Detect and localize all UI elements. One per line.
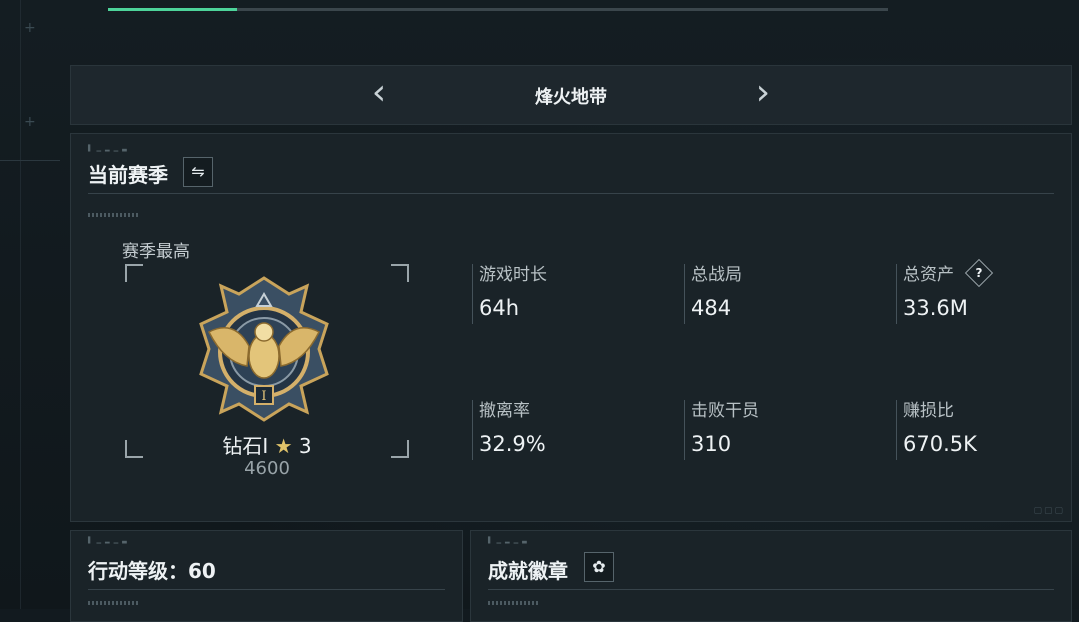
season-best-label: 赛季最高: [122, 242, 190, 262]
swap-icon[interactable]: ⇋: [183, 157, 213, 187]
rank-name: 钻石I: [222, 434, 269, 458]
panel-divider: [88, 193, 1054, 194]
season-panel: ▌ ▁ ▂ ▁ ▃ 当前赛季 ⇋ 赛季最高 I 钻石I ★ 3 4600 游戏时…: [70, 133, 1072, 522]
rank-stars: 3: [298, 434, 312, 458]
season-title: 当前赛季: [88, 163, 168, 187]
mode-switcher: ‹ 烽火地带 ›: [70, 65, 1072, 125]
frame-corner: [391, 264, 409, 282]
panel-subbar: [88, 601, 140, 605]
stat-play-time: 游戏时长 64h: [472, 264, 679, 324]
stat-value: 64h: [479, 296, 520, 320]
stat-value: 32.9%: [479, 432, 546, 456]
level-title: 行动等级：60: [88, 559, 216, 583]
panel-corner-dots: ▢▢▢: [1033, 506, 1065, 516]
panel-divider: [88, 589, 445, 590]
stat-operators-defeated: 击败干员 310: [684, 400, 891, 460]
stat-label-row: 总资产 ?: [903, 258, 1063, 288]
decor-line: [0, 160, 60, 161]
stat-total-matches: 总战局 484: [684, 264, 891, 324]
panel-subbar: [88, 213, 140, 217]
decor-line: [20, 0, 21, 609]
stat-profit-loss-ratio: 赚损比 670.5K: [896, 400, 1063, 460]
stat-label: 游戏时长: [479, 265, 547, 285]
badge-panel: ▌ ▁ ▂ ▁ ▃ 成就徽章 ✿: [470, 530, 1072, 622]
stat-value: 484: [691, 296, 732, 320]
stat-total-assets: 总资产 ? 33.6M: [896, 258, 1063, 324]
level-panel: ▌ ▁ ▂ ▁ ▃ 行动等级：60: [70, 530, 463, 622]
stat-label: 总战局: [691, 265, 742, 285]
frame-corner: [125, 440, 143, 458]
stat-extract-rate: 撤离率 32.9%: [472, 400, 679, 460]
help-icon[interactable]: ?: [965, 258, 994, 288]
badge-title: 成就徽章: [488, 559, 568, 583]
frame-corner: [391, 440, 409, 458]
gear-icon[interactable]: ✿: [584, 552, 614, 582]
stat-label: 赚损比: [903, 401, 954, 421]
stat-value: 670.5K: [903, 432, 977, 456]
panel-tag: ▌ ▁ ▂ ▁ ▃: [88, 145, 128, 152]
star-icon: ★: [274, 434, 293, 458]
chevron-right-icon[interactable]: ›: [747, 75, 779, 111]
top-progress-bar: [108, 8, 888, 11]
rank-name-row: 钻石I ★ 3: [177, 430, 357, 459]
rank-emblem-icon: I: [199, 276, 329, 422]
decor-cross: +: [24, 20, 36, 36]
top-progress-fill: [108, 8, 238, 11]
stat-value: 33.6M: [903, 296, 968, 320]
svg-text:I: I: [261, 389, 266, 404]
rank-score: 4600: [244, 458, 290, 479]
stat-label: 击败干员: [691, 401, 759, 421]
stat-label: 撤离率: [479, 401, 530, 421]
frame-corner: [125, 264, 143, 282]
panel-divider: [488, 589, 1054, 590]
panel-subbar: [488, 601, 540, 605]
mode-title: 烽火地带: [535, 87, 607, 108]
panel-tag: ▌ ▁ ▂ ▁ ▃: [88, 537, 128, 544]
stat-value: 310: [691, 432, 732, 456]
stat-label: 总资产: [903, 265, 954, 285]
decor-cross: +: [24, 114, 36, 130]
panel-tag: ▌ ▁ ▂ ▁ ▃: [488, 537, 528, 544]
